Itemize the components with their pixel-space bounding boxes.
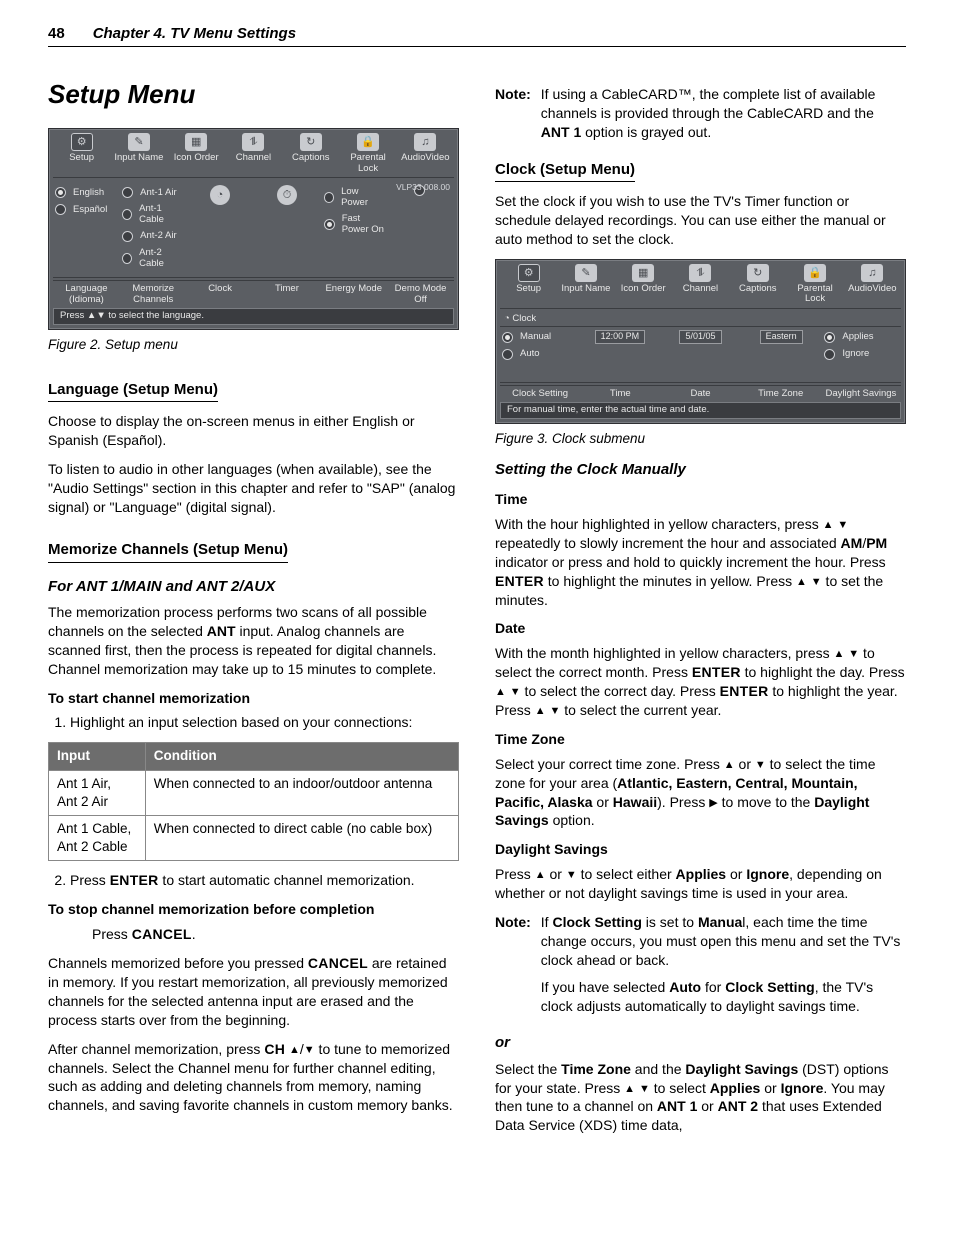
table-row: Ant 1 Cable, Ant 2 Cable When connected …: [49, 815, 459, 860]
date-h: Date: [495, 619, 906, 638]
language-p2: To listen to audio in other languages (w…: [48, 460, 459, 517]
figure-3-clock-submenu: ⚙Setup ✎Input Name ▦Icon Order ⥮Channel …: [495, 259, 906, 424]
left-column: Setup Menu ⚙Setup ✎Input Name ▦Icon Orde…: [48, 77, 459, 1145]
up-icon: ▲: [289, 1044, 300, 1056]
input-table: Input Condition Ant 1 Air, Ant 2 Air Whe…: [48, 742, 459, 861]
down-icon: ▼: [304, 1044, 315, 1056]
setup-icon: ⚙: [71, 133, 93, 151]
input-th-condition: Condition: [145, 743, 458, 770]
memorize-sub: For ANT 1/MAIN and ANT 2/AUX: [48, 577, 459, 597]
stop-memorization-p: Press CANCEL.: [92, 925, 459, 944]
memorize-heading: Memorize Channels (Setup Menu): [48, 540, 288, 562]
right-icon: ▶: [709, 797, 717, 809]
date-p: With the month highlighted in yellow cha…: [495, 644, 906, 720]
icon-order-icon: ▦: [632, 264, 654, 282]
language-heading: Language (Setup Menu): [48, 380, 218, 402]
channel-icon: ⥮: [242, 133, 264, 151]
language-p1: Choose to display the on-screen menus in…: [48, 412, 459, 450]
memorize-p2: Channels memorized before you pressed CA…: [48, 954, 459, 1030]
page-header: 48 Chapter 4. TV Menu Settings: [48, 24, 906, 47]
set-clock-auto-h: or: [495, 1033, 906, 1053]
memorize-p1: The memorization process performs two sc…: [48, 603, 459, 679]
page-number: 48: [48, 24, 65, 44]
memorize-steps: Highlight an input selection based on yo…: [48, 713, 459, 732]
input-name-icon: ✎: [575, 264, 597, 282]
lock-icon: 🔒: [804, 264, 826, 282]
note-cablecard: Note: If using a CableCARD™, the complet…: [495, 85, 906, 150]
channel-icon: ⥮: [689, 264, 711, 282]
clock-p: Set the clock if you wish to use the TV'…: [495, 192, 906, 249]
time-h: Time: [495, 490, 906, 509]
input-th-input: Input: [49, 743, 146, 770]
ds-h: Daylight Savings: [495, 840, 906, 859]
figure-3-caption: Figure 3. Clock submenu: [495, 430, 906, 448]
step-1: Highlight an input selection based on yo…: [70, 713, 459, 732]
set-clock-manual-h: Setting the Clock Manually: [495, 460, 906, 480]
ds-p: Press ▲ or ▼ to select either Applies or…: [495, 865, 906, 903]
time-value: 12:00 PM: [595, 330, 646, 344]
start-memorization-h: To start channel memorization: [48, 689, 459, 708]
memorize-p3: After channel memorization, press CH ▲/▼…: [48, 1040, 459, 1116]
figure-2-setup-menu: ⚙Setup ✎Input Name ▦Icon Order ⥮Channel …: [48, 128, 459, 329]
clock-icon: ◔: [504, 313, 510, 324]
page-title: Setup Menu: [48, 77, 459, 112]
audiovideo-icon: ♫: [861, 264, 883, 282]
set-clock-auto-p: Select the Time Zone and the Daylight Sa…: [495, 1060, 906, 1136]
right-column: Note: If using a CableCARD™, the complet…: [495, 77, 906, 1145]
audiovideo-icon: ♫: [414, 133, 436, 151]
setup-icon: ⚙: [518, 264, 540, 282]
timer-icon: ⏱: [277, 185, 297, 205]
stop-memorization-h: To stop channel memorization before comp…: [48, 900, 459, 919]
clock-icon: ◔: [210, 185, 230, 205]
note-clock-setting: Note: If Clock Setting is set to Manual,…: [495, 913, 906, 1023]
table-row: Ant 1 Air, Ant 2 Air When connected to a…: [49, 770, 459, 815]
zone-value: Eastern: [760, 330, 803, 344]
icon-order-icon: ▦: [185, 133, 207, 151]
figure-2-caption: Figure 2. Setup menu: [48, 336, 459, 354]
time-p: With the hour highlighted in yellow char…: [495, 515, 906, 609]
memorize-steps-2: Press ENTER to start automatic channel m…: [48, 871, 459, 890]
captions-icon: ↻: [747, 264, 769, 282]
input-name-icon: ✎: [128, 133, 150, 151]
hint-bar: For manual time, enter the actual time a…: [500, 402, 901, 418]
hint-bar: Press ▲▼ to select the language.: [53, 308, 454, 324]
captions-icon: ↻: [300, 133, 322, 151]
tz-h: Time Zone: [495, 730, 906, 749]
lock-icon: 🔒: [357, 133, 379, 151]
date-value: 5/01/05: [679, 330, 721, 344]
clock-heading: Clock (Setup Menu): [495, 160, 635, 182]
version-label: VLP33 008.00: [396, 183, 450, 192]
tz-p: Select your correct time zone. Press ▲ o…: [495, 755, 906, 831]
step-2: Press ENTER to start automatic channel m…: [70, 871, 459, 890]
chapter-title: Chapter 4. TV Menu Settings: [93, 24, 296, 44]
